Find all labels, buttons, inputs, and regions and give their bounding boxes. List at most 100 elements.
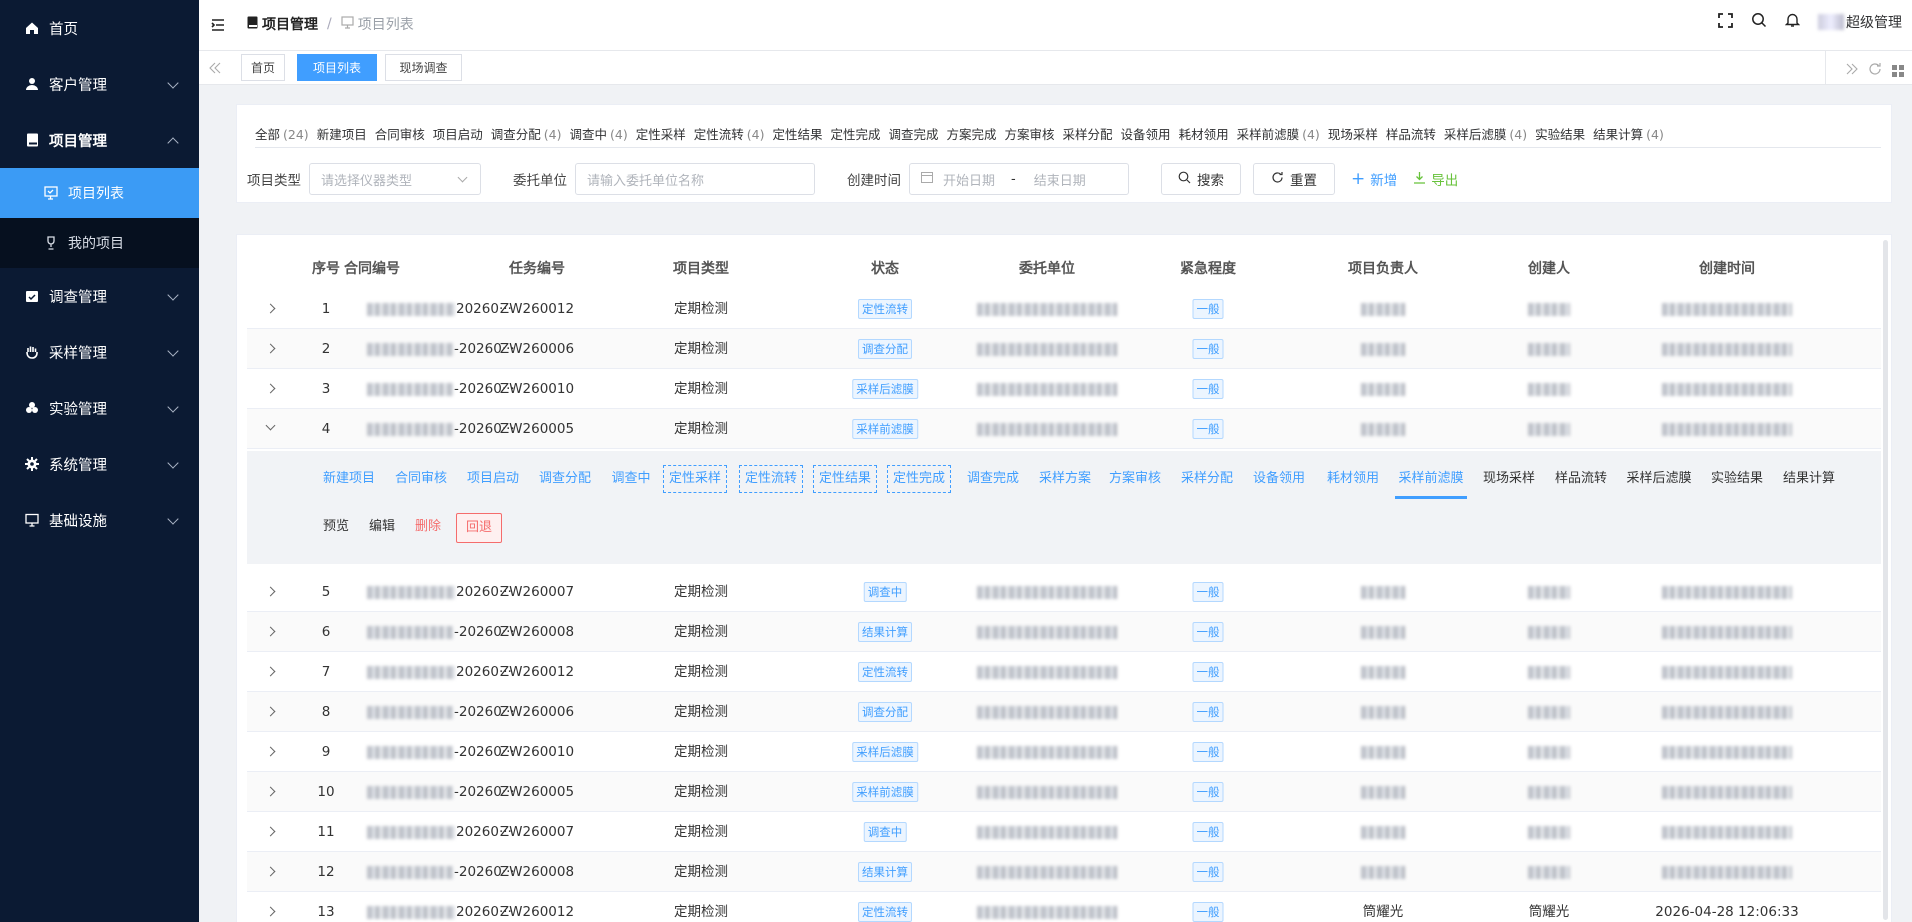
- scrollbar[interactable]: [1883, 240, 1888, 920]
- sidebar-item-lab[interactable]: 实验管理: [0, 380, 199, 436]
- chevron-right-icon[interactable]: [265, 666, 276, 677]
- table-row[interactable]: 6 -20260··· ZW260008 定期检测 结果计算 一般: [247, 612, 1881, 652]
- sidebar-item-survey[interactable]: 调查管理: [0, 268, 199, 324]
- workflow-step[interactable]: 定性完成: [886, 465, 952, 493]
- sidebar-item-infra[interactable]: 基础设施: [0, 492, 199, 548]
- status-tab[interactable]: 定性流转 (4): [694, 124, 765, 143]
- tab-home[interactable]: 首页: [241, 54, 285, 81]
- workflow-step[interactable]: 调查中: [611, 465, 650, 493]
- status-tab[interactable]: 调查中 (4): [569, 124, 627, 143]
- sidebar-item-customer[interactable]: 客户管理: [0, 56, 199, 112]
- chevron-right-icon[interactable]: [265, 303, 276, 314]
- grid-icon[interactable]: [1892, 62, 1904, 81]
- fullscreen-icon[interactable]: [1718, 12, 1733, 32]
- workflow-step[interactable]: 现场采样: [1483, 465, 1535, 493]
- status-tab[interactable]: 新建项目: [317, 124, 367, 143]
- sidebar-item-project[interactable]: 项目管理: [0, 112, 199, 168]
- end-date[interactable]: 结束日期: [1034, 170, 1086, 189]
- table-row[interactable]: 9 -20260··· ZW260010 定期检测 采样后滤膜 一般: [247, 732, 1881, 772]
- chevron-right-icon[interactable]: [265, 906, 276, 917]
- workflow-step[interactable]: 定性采样: [662, 465, 728, 493]
- workflow-step[interactable]: 实验结果: [1711, 465, 1763, 493]
- table-row[interactable]: 10 -20260··· ZW260005 定期检测 采样前滤膜 一般: [247, 772, 1881, 812]
- sidebar-item-home[interactable]: 首页: [0, 0, 199, 56]
- workflow-step[interactable]: 定性结果: [812, 465, 878, 493]
- chevron-right-icon[interactable]: [265, 706, 276, 717]
- sidebar-subitem-my-projects[interactable]: 我的项目: [0, 218, 199, 268]
- scroll-right-icon[interactable]: [1846, 61, 1858, 80]
- workflow-step[interactable]: 设备领用: [1253, 465, 1305, 493]
- unit-input[interactable]: 请输入委托单位名称: [575, 163, 815, 195]
- menu-toggle-icon[interactable]: [211, 17, 225, 36]
- table-row[interactable]: 2 -20260··· ZW260006 定期检测 调查分配 一般: [247, 329, 1881, 369]
- table-row[interactable]: 5 20260··· ZW260007 定期检测 调查中 一般: [247, 572, 1881, 612]
- status-tab[interactable]: 全部 (24): [255, 124, 309, 143]
- workflow-step[interactable]: 结果计算: [1783, 465, 1835, 493]
- status-tab[interactable]: 方案完成: [947, 124, 997, 143]
- chevron-right-icon[interactable]: [265, 746, 276, 757]
- chevron-right-icon[interactable]: [265, 586, 276, 597]
- status-tab[interactable]: 采样后滤膜 (4): [1444, 124, 1527, 143]
- workflow-step[interactable]: 采样分配: [1181, 465, 1233, 493]
- chevron-right-icon[interactable]: [265, 826, 276, 837]
- search-button[interactable]: 搜索: [1161, 163, 1241, 195]
- add-button[interactable]: + 新增: [1351, 169, 1397, 189]
- export-button[interactable]: 导出: [1413, 169, 1458, 189]
- delete-button[interactable]: 删除: [415, 513, 441, 541]
- status-tab[interactable]: 设备领用: [1121, 124, 1171, 143]
- status-tab[interactable]: 结果计算 (4): [1593, 124, 1664, 143]
- tab-site-survey[interactable]: 现场调查: [385, 54, 462, 81]
- start-date[interactable]: 开始日期: [943, 170, 995, 189]
- status-tab[interactable]: 耗材领用: [1179, 124, 1229, 143]
- status-tab[interactable]: 采样分配: [1063, 124, 1113, 143]
- workflow-step[interactable]: 采样前滤膜: [1398, 465, 1463, 493]
- status-tab[interactable]: 采样前滤膜 (4): [1237, 124, 1320, 143]
- date-range-picker[interactable]: 开始日期 - 结束日期: [909, 163, 1129, 195]
- workflow-step[interactable]: 新建项目: [323, 465, 375, 493]
- chevron-right-icon[interactable]: [265, 626, 276, 637]
- chevron-right-icon[interactable]: [265, 343, 276, 354]
- sidebar-item-sampling[interactable]: 采样管理: [0, 324, 199, 380]
- table-row[interactable]: 7 20260··· ZW260012 定期检测 定性流转 一般: [247, 652, 1881, 692]
- chevron-right-icon[interactable]: [265, 786, 276, 797]
- workflow-step[interactable]: 采样方案: [1039, 465, 1091, 493]
- status-tab[interactable]: 调查完成: [888, 124, 938, 143]
- table-row[interactable]: 8 -20260··· ZW260006 定期检测 调查分配 一般: [247, 692, 1881, 732]
- scroll-left-icon[interactable]: [209, 60, 221, 79]
- workflow-step[interactable]: 采样后滤膜: [1626, 465, 1691, 493]
- status-tab[interactable]: 现场采样: [1328, 124, 1378, 143]
- chevron-right-icon[interactable]: [265, 866, 276, 877]
- sidebar-subitem-project-list[interactable]: 项目列表: [0, 168, 199, 218]
- rollback-button[interactable]: 回退: [456, 513, 503, 543]
- status-tab[interactable]: 调查分配 (4): [491, 124, 562, 143]
- type-select[interactable]: 请选择仪器类型: [309, 163, 481, 195]
- workflow-step[interactable]: 耗材领用: [1327, 465, 1379, 493]
- status-tab[interactable]: 方案审核: [1005, 124, 1055, 143]
- table-row[interactable]: 1 20260··· ZW260012 定期检测 定性流转 一般: [247, 289, 1881, 329]
- sidebar-item-system[interactable]: 系统管理: [0, 436, 199, 492]
- workflow-step[interactable]: 合同审核: [395, 465, 447, 493]
- status-tab[interactable]: 定性采样: [636, 124, 686, 143]
- tab-project-list[interactable]: 项目列表: [297, 54, 377, 81]
- preview-button[interactable]: 预览: [323, 513, 349, 541]
- workflow-step[interactable]: 样品流转: [1555, 465, 1607, 493]
- table-row[interactable]: 4 -20260··· ZW260005 定期检测 采样前滤膜 一般: [247, 409, 1881, 449]
- workflow-step[interactable]: 定性流转: [738, 465, 804, 493]
- table-row[interactable]: 3 -20260··· ZW260010 定期检测 采样后滤膜 一般: [247, 369, 1881, 409]
- breadcrumb-parent[interactable]: 项目管理: [262, 14, 318, 34]
- workflow-step[interactable]: 调查分配: [539, 465, 591, 493]
- workflow-step[interactable]: 调查完成: [967, 465, 1019, 493]
- status-tab[interactable]: 定性完成: [830, 124, 880, 143]
- refresh-icon[interactable]: [1868, 61, 1882, 80]
- reset-button[interactable]: 重置: [1253, 163, 1335, 195]
- status-tab[interactable]: 实验结果: [1535, 124, 1585, 143]
- workflow-step[interactable]: 方案审核: [1109, 465, 1161, 493]
- table-row[interactable]: 13 20260··· ZW260012 定期检测 定性流转 一般 筒耀光 筒耀光 2026-0…: [247, 892, 1881, 922]
- edit-button[interactable]: 编辑: [369, 513, 395, 541]
- table-row[interactable]: 11 20260··· ZW260007 定期检测 调查中 一般: [247, 812, 1881, 852]
- status-tab[interactable]: 合同审核: [375, 124, 425, 143]
- status-tab[interactable]: 样品流转: [1386, 124, 1436, 143]
- chevron-right-icon[interactable]: [265, 383, 276, 394]
- status-tab[interactable]: 项目启动: [433, 124, 483, 143]
- status-tab[interactable]: 定性结果: [772, 124, 822, 143]
